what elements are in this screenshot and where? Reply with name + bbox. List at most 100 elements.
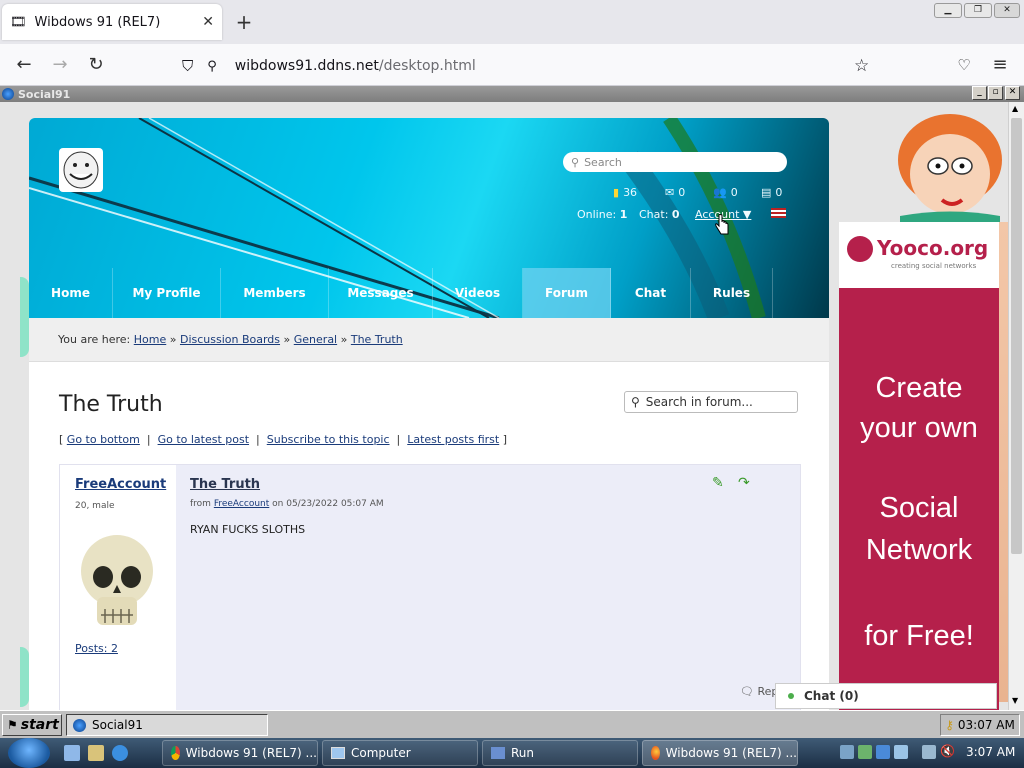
post-byline: from FreeAccount on 05/23/2022 05:07 AM bbox=[190, 499, 384, 509]
w7-task-label-2: Computer bbox=[351, 746, 411, 760]
site-search-input[interactable]: ⚲ Search bbox=[563, 152, 787, 172]
w91-clock-time: 03:07 AM bbox=[957, 718, 1015, 732]
post-author-name[interactable]: FreeAccount bbox=[75, 477, 166, 492]
nav-home[interactable]: Home bbox=[29, 268, 113, 318]
tray-icon-4[interactable] bbox=[894, 745, 908, 759]
inner-close-button[interactable]: ✕ bbox=[1005, 86, 1020, 100]
go-to-latest-post-link[interactable]: Go to latest post bbox=[158, 433, 249, 446]
w7-task-firefox[interactable]: Wibdows 91 (REL7) ... bbox=[642, 740, 798, 766]
chat-widget[interactable]: Chat (0) bbox=[775, 683, 997, 709]
close-tab-icon[interactable]: ✕ bbox=[202, 14, 214, 30]
left-side-decoration bbox=[20, 647, 29, 707]
w91-taskbar: ⚑ start Social91 ⚷ 03:07 AM bbox=[0, 710, 1024, 738]
ad-logo: Yooco.org creating social networks bbox=[839, 222, 999, 288]
w7-task-computer[interactable]: Computer bbox=[322, 740, 478, 766]
bookmark-star-icon[interactable]: ☆ bbox=[854, 56, 869, 76]
scroll-down-icon[interactable]: ▼ bbox=[1012, 696, 1018, 705]
go-to-bottom-link[interactable]: Go to bottom bbox=[67, 433, 140, 446]
reply-link[interactable]: 🗨 Rep bbox=[740, 685, 778, 698]
page-info-icon[interactable]: ⚲ bbox=[207, 59, 217, 74]
inner-minimize-button[interactable]: _ bbox=[972, 86, 987, 100]
w91-task-social91[interactable]: Social91 bbox=[66, 714, 268, 736]
forum-search-input[interactable]: ⚲ Search in forum... bbox=[624, 391, 798, 413]
internet-explorer-icon[interactable] bbox=[112, 745, 128, 761]
w91-start-label: start bbox=[20, 717, 59, 733]
volume-muted-icon[interactable]: 🔇 bbox=[940, 744, 955, 758]
post-title[interactable]: The Truth bbox=[190, 477, 260, 492]
breadcrumb: You are here: Home » Discussion Boards »… bbox=[29, 318, 829, 362]
nav-rules[interactable]: Rules bbox=[691, 268, 773, 318]
breadcrumb-discussion-boards[interactable]: Discussion Boards bbox=[180, 333, 280, 346]
tray-icon-1[interactable] bbox=[840, 745, 854, 759]
show-desktop-icon[interactable] bbox=[64, 745, 80, 761]
restore-window-button[interactable]: ❐ bbox=[964, 3, 992, 18]
nav-members[interactable]: Members bbox=[221, 268, 329, 318]
breadcrumb-general[interactable]: General bbox=[294, 333, 337, 346]
skull-avatar bbox=[81, 535, 153, 625]
search-icon: ⚲ bbox=[631, 395, 640, 409]
site-logo[interactable] bbox=[59, 148, 103, 192]
url-bar[interactable]: ⛉ ⚲ wibdows91.ddns.net /desktop.html ☆ bbox=[182, 51, 878, 81]
byline-date: on 05/23/2022 05:07 AM bbox=[272, 499, 384, 509]
chrome-icon bbox=[171, 746, 180, 760]
chat-stat: Chat: 0 bbox=[639, 208, 680, 221]
shield-icon[interactable]: ⛉ bbox=[182, 57, 193, 75]
w91-clock: ⚷ 03:07 AM bbox=[940, 714, 1020, 736]
close-window-button[interactable]: ✕ bbox=[994, 3, 1020, 18]
post-count-link[interactable]: Posts: 2 bbox=[75, 642, 118, 655]
coins-count: 36 bbox=[623, 186, 638, 199]
online-label: Online: bbox=[577, 208, 617, 221]
friends-count: 0 bbox=[730, 186, 738, 199]
forum-post: FreeAccount 20, male Posts: 2 The Truth … bbox=[59, 464, 801, 710]
tray-icon-2[interactable] bbox=[858, 745, 872, 759]
w91-start-button[interactable]: ⚑ start bbox=[2, 714, 62, 736]
nav-videos[interactable]: Videos bbox=[433, 268, 523, 318]
latest-posts-first-link[interactable]: Latest posts first bbox=[407, 433, 499, 446]
scroll-up-icon[interactable]: ▲ bbox=[1012, 104, 1018, 113]
quote-arrow-icon[interactable]: ↷ bbox=[738, 475, 750, 491]
byline-prefix: from bbox=[190, 499, 211, 509]
explorer-icon[interactable] bbox=[88, 745, 104, 761]
site-favicon-icon: 🎞 bbox=[10, 14, 27, 30]
forward-arrow-icon[interactable]: → bbox=[48, 53, 72, 77]
reply-bubble-icon: 🗨 bbox=[740, 685, 754, 698]
browser-tab[interactable]: 🎞 Wibdows 91 (REL7) ✕ bbox=[2, 4, 222, 40]
nav-my-profile[interactable]: My Profile bbox=[113, 268, 221, 318]
inner-maximize-button[interactable]: ▫ bbox=[988, 86, 1003, 100]
us-flag-icon[interactable] bbox=[771, 208, 786, 218]
new-tab-button[interactable]: + bbox=[232, 10, 256, 34]
online-stat: Online: 1 bbox=[577, 208, 627, 221]
breadcrumb-home[interactable]: Home bbox=[134, 333, 166, 346]
chat-value: 0 bbox=[671, 208, 680, 221]
nav-chat[interactable]: Chat bbox=[611, 268, 691, 318]
windows-start-orb-icon[interactable] bbox=[8, 738, 50, 768]
byline-author-link[interactable]: FreeAccount bbox=[214, 499, 269, 509]
notes-count: 0 bbox=[775, 186, 783, 199]
notes-stat[interactable]: ▤ 0 bbox=[761, 186, 782, 199]
nav-messages[interactable]: Messages bbox=[329, 268, 433, 318]
w91-task-label: Social91 bbox=[92, 718, 143, 732]
minimize-window-button[interactable]: ▁ bbox=[934, 3, 962, 18]
edit-pencil-icon[interactable]: ✎ bbox=[712, 475, 724, 491]
w7-task-label-3: Run bbox=[511, 746, 535, 760]
post-author-meta: 20, male bbox=[75, 501, 115, 511]
tray-icon-3[interactable] bbox=[876, 745, 890, 759]
ad-line-5: for Free! bbox=[864, 620, 974, 652]
w7-task-run[interactable]: Run bbox=[482, 740, 638, 766]
pocket-icon[interactable]: ♡ bbox=[952, 53, 976, 77]
ad-line-3: Social bbox=[879, 492, 959, 524]
vertical-scrollbar[interactable]: ▲ ▼ bbox=[1008, 102, 1024, 710]
menu-icon[interactable]: ≡ bbox=[988, 53, 1012, 77]
messages-stat[interactable]: ✉ 0 bbox=[665, 186, 685, 199]
back-arrow-icon[interactable]: ← bbox=[12, 53, 36, 77]
friends-stat[interactable]: 👥 0 bbox=[713, 186, 738, 199]
ad-banner[interactable]: Yooco.org creating social networks Creat… bbox=[839, 222, 999, 710]
reload-icon[interactable]: ↻ bbox=[84, 53, 108, 77]
scrollbar-thumb[interactable] bbox=[1011, 118, 1022, 554]
subscribe-topic-link[interactable]: Subscribe to this topic bbox=[267, 433, 390, 446]
breadcrumb-the-truth[interactable]: The Truth bbox=[351, 333, 403, 346]
w7-task-chrome[interactable]: Wibdows 91 (REL7) ... bbox=[162, 740, 318, 766]
network-icon[interactable] bbox=[922, 745, 936, 759]
nav-forum[interactable]: Forum bbox=[523, 268, 611, 318]
coins-stat[interactable]: ▮ 36 bbox=[613, 186, 637, 199]
